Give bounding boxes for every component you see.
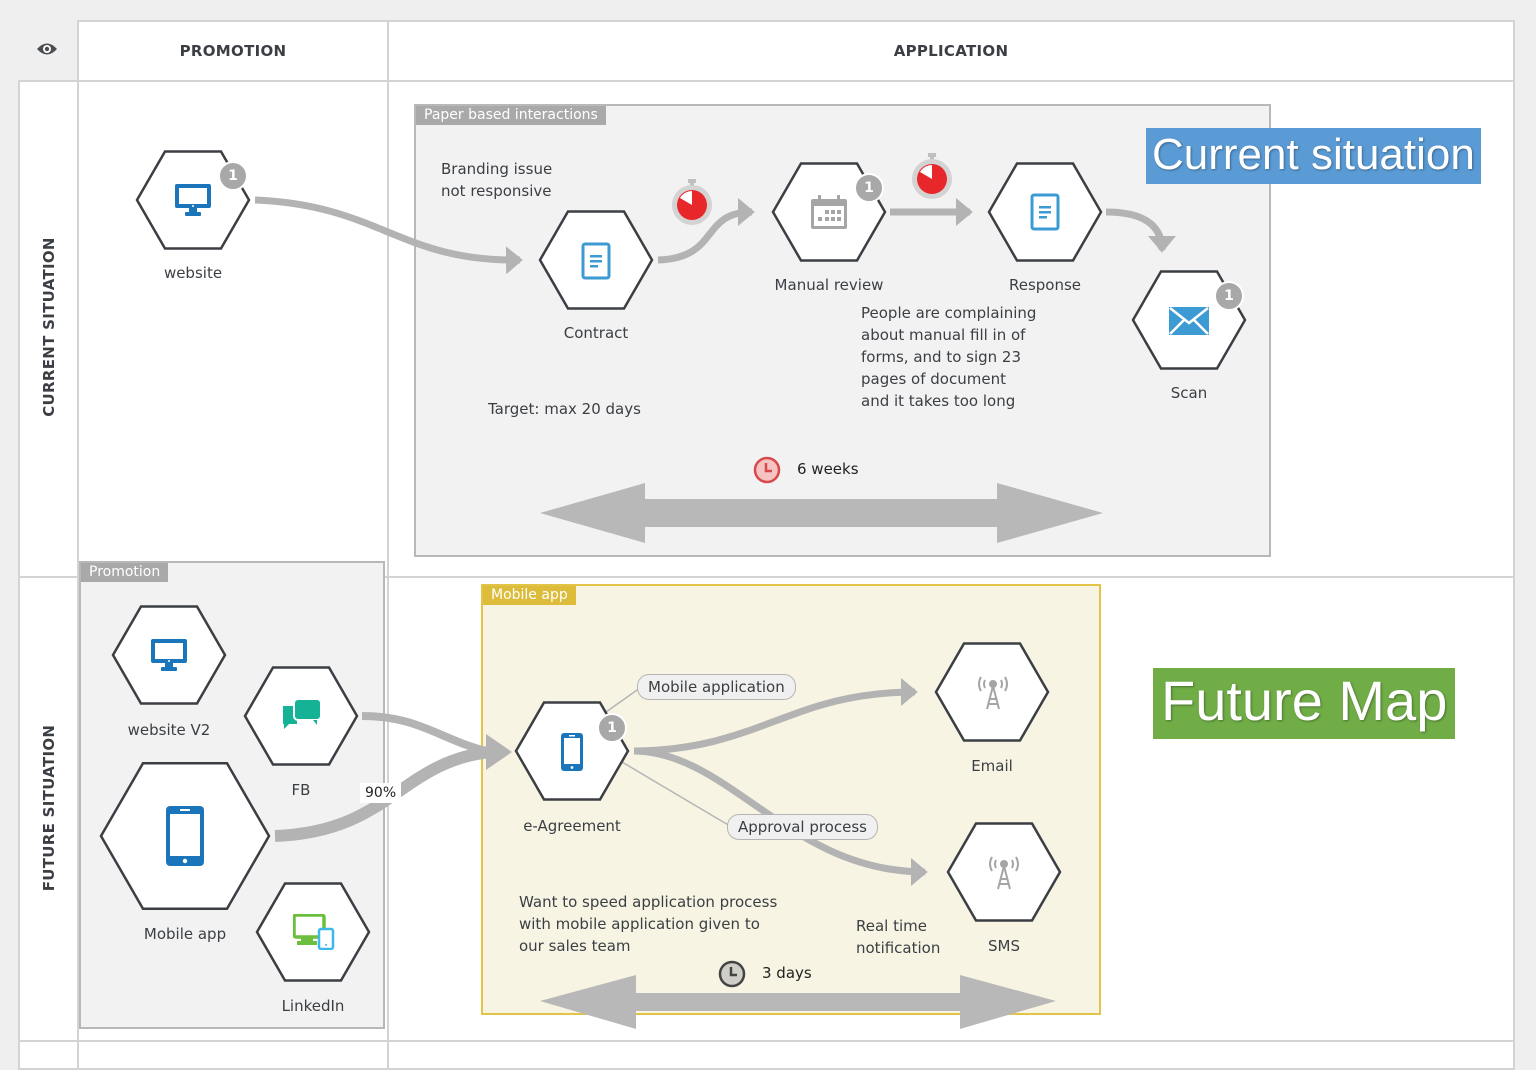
banner-current-situation: Current situation xyxy=(1146,128,1481,184)
count-badge[interactable]: 1 xyxy=(597,713,627,743)
cell-next-promotion xyxy=(77,1040,389,1070)
callout-approval-process[interactable]: Approval process xyxy=(727,814,878,840)
node-label-website-v2: website V2 xyxy=(127,721,211,739)
calendar-icon xyxy=(809,194,849,234)
node-label-linkedin: LinkedIn xyxy=(281,997,345,1015)
node-label-website: website xyxy=(163,264,223,282)
eye-icon[interactable] xyxy=(36,41,58,57)
document-icon xyxy=(581,242,611,284)
clock-icon xyxy=(718,960,746,992)
envelope-icon xyxy=(1169,307,1209,339)
cell-next-application xyxy=(387,1040,1515,1070)
note-target: Target: max 20 days xyxy=(488,400,641,418)
banner-future-map: Future Map xyxy=(1153,668,1456,739)
node-label-email: Email xyxy=(971,757,1013,775)
clock-icon xyxy=(753,456,781,488)
column-header-promotion-label: PROMOTION xyxy=(179,42,287,60)
cell-current-promotion xyxy=(77,80,389,578)
node-label-response: Response xyxy=(1008,276,1082,294)
row-header-current-label: CURRENT SITUATION xyxy=(40,237,58,417)
group-title: Mobile app xyxy=(483,586,576,605)
document-icon xyxy=(1030,193,1060,235)
smartphone-icon xyxy=(561,733,583,775)
count-badge[interactable]: 1 xyxy=(218,161,248,191)
count-badge[interactable]: 1 xyxy=(1214,281,1244,311)
chat-bubbles-icon xyxy=(281,698,323,738)
node-label-e-agreement: e-Agreement xyxy=(523,817,621,835)
row-next-header xyxy=(18,1040,80,1070)
node-label-mobile-app: Mobile app xyxy=(143,925,227,943)
column-header-application-label: APPLICATION xyxy=(893,42,1009,60)
antenna-tower-icon xyxy=(973,673,1013,715)
stopwatch-icon xyxy=(910,152,954,204)
node-label-scan: Scan xyxy=(1170,384,1208,402)
multi-device-icon xyxy=(292,913,335,954)
stopwatch-icon xyxy=(670,178,714,230)
desktop-monitor-icon xyxy=(174,183,212,221)
node-label-manual-review: Manual review xyxy=(774,276,884,294)
node-label-contract: Contract xyxy=(563,324,629,342)
note-complaint: People are complaining about manual fill… xyxy=(861,304,1037,410)
group-title: Paper based interactions xyxy=(416,106,606,125)
callout-mobile-application[interactable]: Mobile application xyxy=(637,674,796,700)
antenna-tower-icon xyxy=(984,853,1024,895)
node-label-fb: FB xyxy=(291,781,311,799)
desktop-monitor-icon xyxy=(150,638,188,676)
duration-future: 3 days xyxy=(762,964,812,982)
note-realtime-notification: Real time notification xyxy=(856,917,941,957)
flow-percent-label: 90% xyxy=(360,783,402,803)
duration-current: 6 weeks xyxy=(797,460,859,478)
node-label-sms: SMS xyxy=(988,937,1020,955)
note-speed-process: Want to speed application process with m… xyxy=(519,893,778,955)
count-badge[interactable]: 1 xyxy=(854,173,884,203)
smartphone-icon xyxy=(166,806,204,870)
group-title: Promotion xyxy=(81,563,169,582)
note-branding-issue: Branding issue not responsive xyxy=(441,160,553,200)
row-header-future-label: FUTURE SITUATION xyxy=(40,724,58,892)
